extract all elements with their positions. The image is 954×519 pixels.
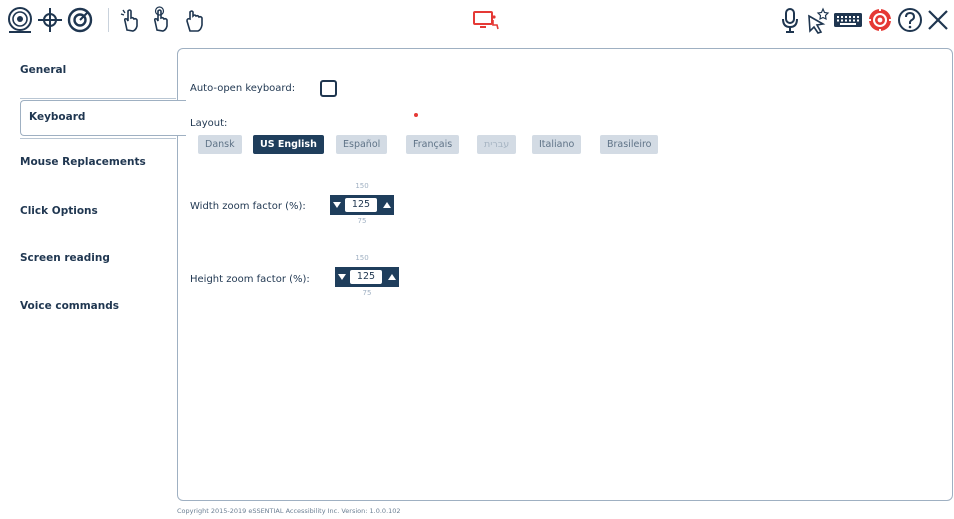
height-zoom-stepper: 125 [335, 267, 401, 287]
sidebar-item-keyboard[interactable]: Keyboard [20, 100, 186, 136]
auto-open-keyboard-checkbox[interactable] [320, 80, 337, 97]
width-zoom-stepper: 125 [330, 195, 396, 215]
copyright-footer: Copyright 2015-2019 eSSENTIAL Accessibil… [177, 507, 401, 515]
layout-button-espanol[interactable]: Español [336, 135, 388, 154]
settings-gear-icon[interactable] [866, 6, 894, 34]
toolbar-separator [108, 8, 109, 32]
help-icon[interactable] [896, 6, 924, 34]
height-zoom-min: 75 [362, 289, 372, 297]
sidebar-item-screen-reading[interactable]: Screen reading [20, 252, 170, 264]
layout-button-brasileiro[interactable]: Brasileiro [600, 135, 659, 154]
width-zoom-box: 125 [342, 195, 380, 215]
height-zoom-box: 125 [347, 267, 385, 287]
accessibility-monitor-icon[interactable] [472, 6, 500, 34]
settings-panel: Auto-open keyboard: Layout: Dansk US Eng… [177, 48, 953, 501]
hand-grab-icon[interactable] [180, 6, 208, 34]
height-zoom-max: 150 [355, 254, 369, 262]
layout-button-dansk[interactable]: Dansk [198, 135, 242, 154]
sidebar-divider [20, 98, 176, 99]
crosshair-icon[interactable] [36, 6, 64, 34]
width-zoom-increase-button[interactable] [380, 195, 394, 215]
target-ring-icon[interactable] [66, 6, 94, 34]
width-zoom-label: Width zoom factor (%): [190, 201, 306, 212]
layout-button-italiano[interactable]: Italiano [532, 135, 582, 154]
sidebar: General Keyboard Mouse Replacements Clic… [8, 48, 186, 505]
sidebar-divider [20, 138, 176, 139]
width-zoom-input[interactable]: 125 [345, 198, 377, 212]
microphone-icon[interactable] [776, 6, 804, 34]
height-zoom-input[interactable]: 125 [350, 270, 382, 284]
width-zoom-min: 75 [357, 217, 367, 225]
layout-label: Layout: [190, 118, 228, 129]
layout-button-francais[interactable]: Français [406, 135, 460, 154]
sidebar-item-mouse-replacements[interactable]: Mouse Replacements [20, 156, 170, 168]
hand-pointer-icon[interactable] [116, 6, 144, 34]
keyboard-icon[interactable] [832, 6, 864, 34]
sidebar-item-general[interactable]: General [20, 64, 170, 76]
unsaved-indicator-dot [414, 113, 418, 117]
sidebar-item-voice-commands[interactable]: Voice commands [20, 300, 170, 312]
close-icon[interactable] [924, 6, 952, 34]
layout-button-us-english[interactable]: US English [253, 135, 324, 154]
toolbar [0, 0, 954, 40]
sidebar-item-click-options[interactable]: Click Options [20, 205, 170, 217]
pointer-star-icon[interactable] [803, 6, 831, 34]
layout-button-hebrew[interactable]: עברית [477, 135, 517, 154]
auto-open-keyboard-label: Auto-open keyboard: [190, 83, 296, 94]
height-zoom-label: Height zoom factor (%): [190, 274, 310, 285]
target-icon[interactable] [6, 6, 34, 34]
height-zoom-increase-button[interactable] [385, 267, 399, 287]
width-zoom-max: 150 [355, 182, 369, 190]
hand-click-icon[interactable] [146, 6, 174, 34]
